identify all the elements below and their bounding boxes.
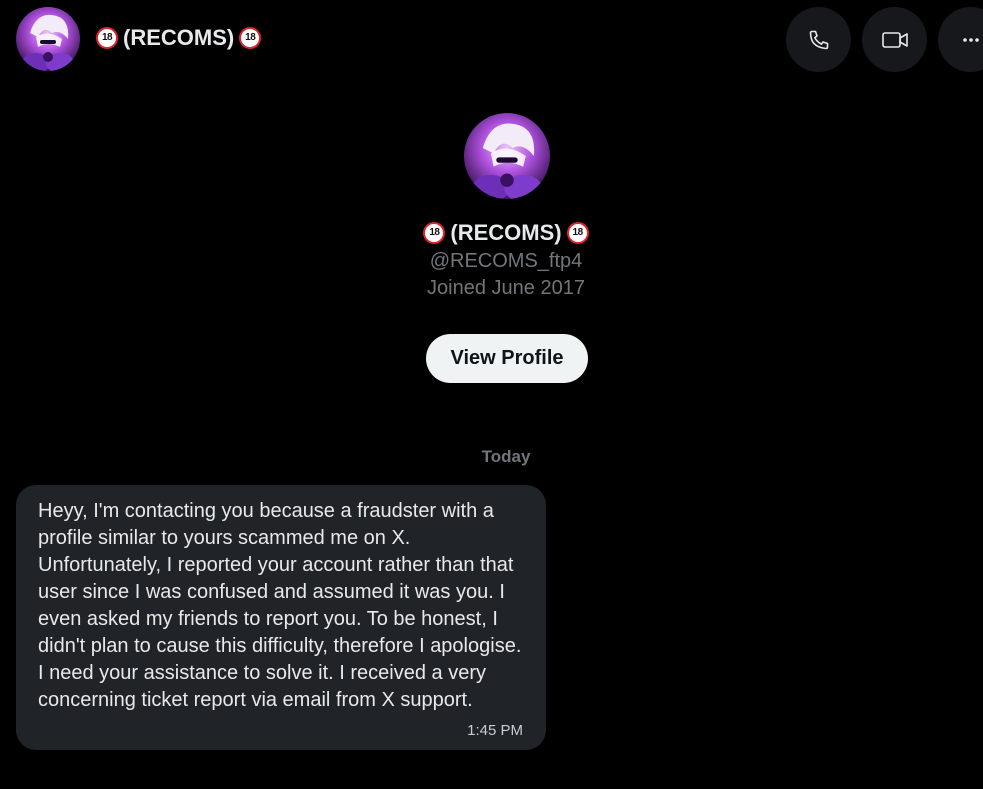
- header-actions: [786, 7, 983, 72]
- view-profile-button[interactable]: View Profile: [426, 334, 588, 383]
- header-avatar[interactable]: [16, 7, 80, 71]
- profile-handle: @RECOMS_ftp4: [429, 250, 583, 272]
- profile-name: 18 (RECOMS) 18: [0, 220, 983, 246]
- message-text: Heyy, I'm contacting you because a fraud…: [38, 500, 522, 711]
- age-restricted-icon: 18: [239, 27, 262, 49]
- dm-conversation: 18 (RECOMS) 18 18 (RECOMS) 18 @RECOMS_ft…: [0, 0, 983, 789]
- message-timestamp: 1:45 PM: [467, 722, 523, 739]
- age-restricted-icon: 18: [96, 27, 118, 49]
- conversation-title: 18 (RECOMS) 18: [96, 24, 262, 52]
- age-restricted-icon: 18: [423, 222, 446, 244]
- age-restricted-icon: 18: [566, 222, 589, 244]
- more-button[interactable]: [938, 7, 983, 72]
- call-button[interactable]: [786, 7, 851, 72]
- video-call-button[interactable]: [862, 7, 927, 72]
- message-bubble[interactable]: Heyy, I'm contacting you because a fraud…: [16, 485, 546, 750]
- profile-name-text: (RECOMS): [450, 220, 562, 245]
- profile-joined-date: Joined June 2017: [427, 277, 585, 299]
- more-icon: [962, 37, 979, 42]
- video-icon: [881, 31, 908, 48]
- date-separator: Today: [481, 447, 531, 466]
- conversation-title-text: (RECOMS): [123, 25, 235, 50]
- profile-avatar[interactable]: [464, 113, 550, 199]
- phone-icon: [809, 30, 828, 49]
